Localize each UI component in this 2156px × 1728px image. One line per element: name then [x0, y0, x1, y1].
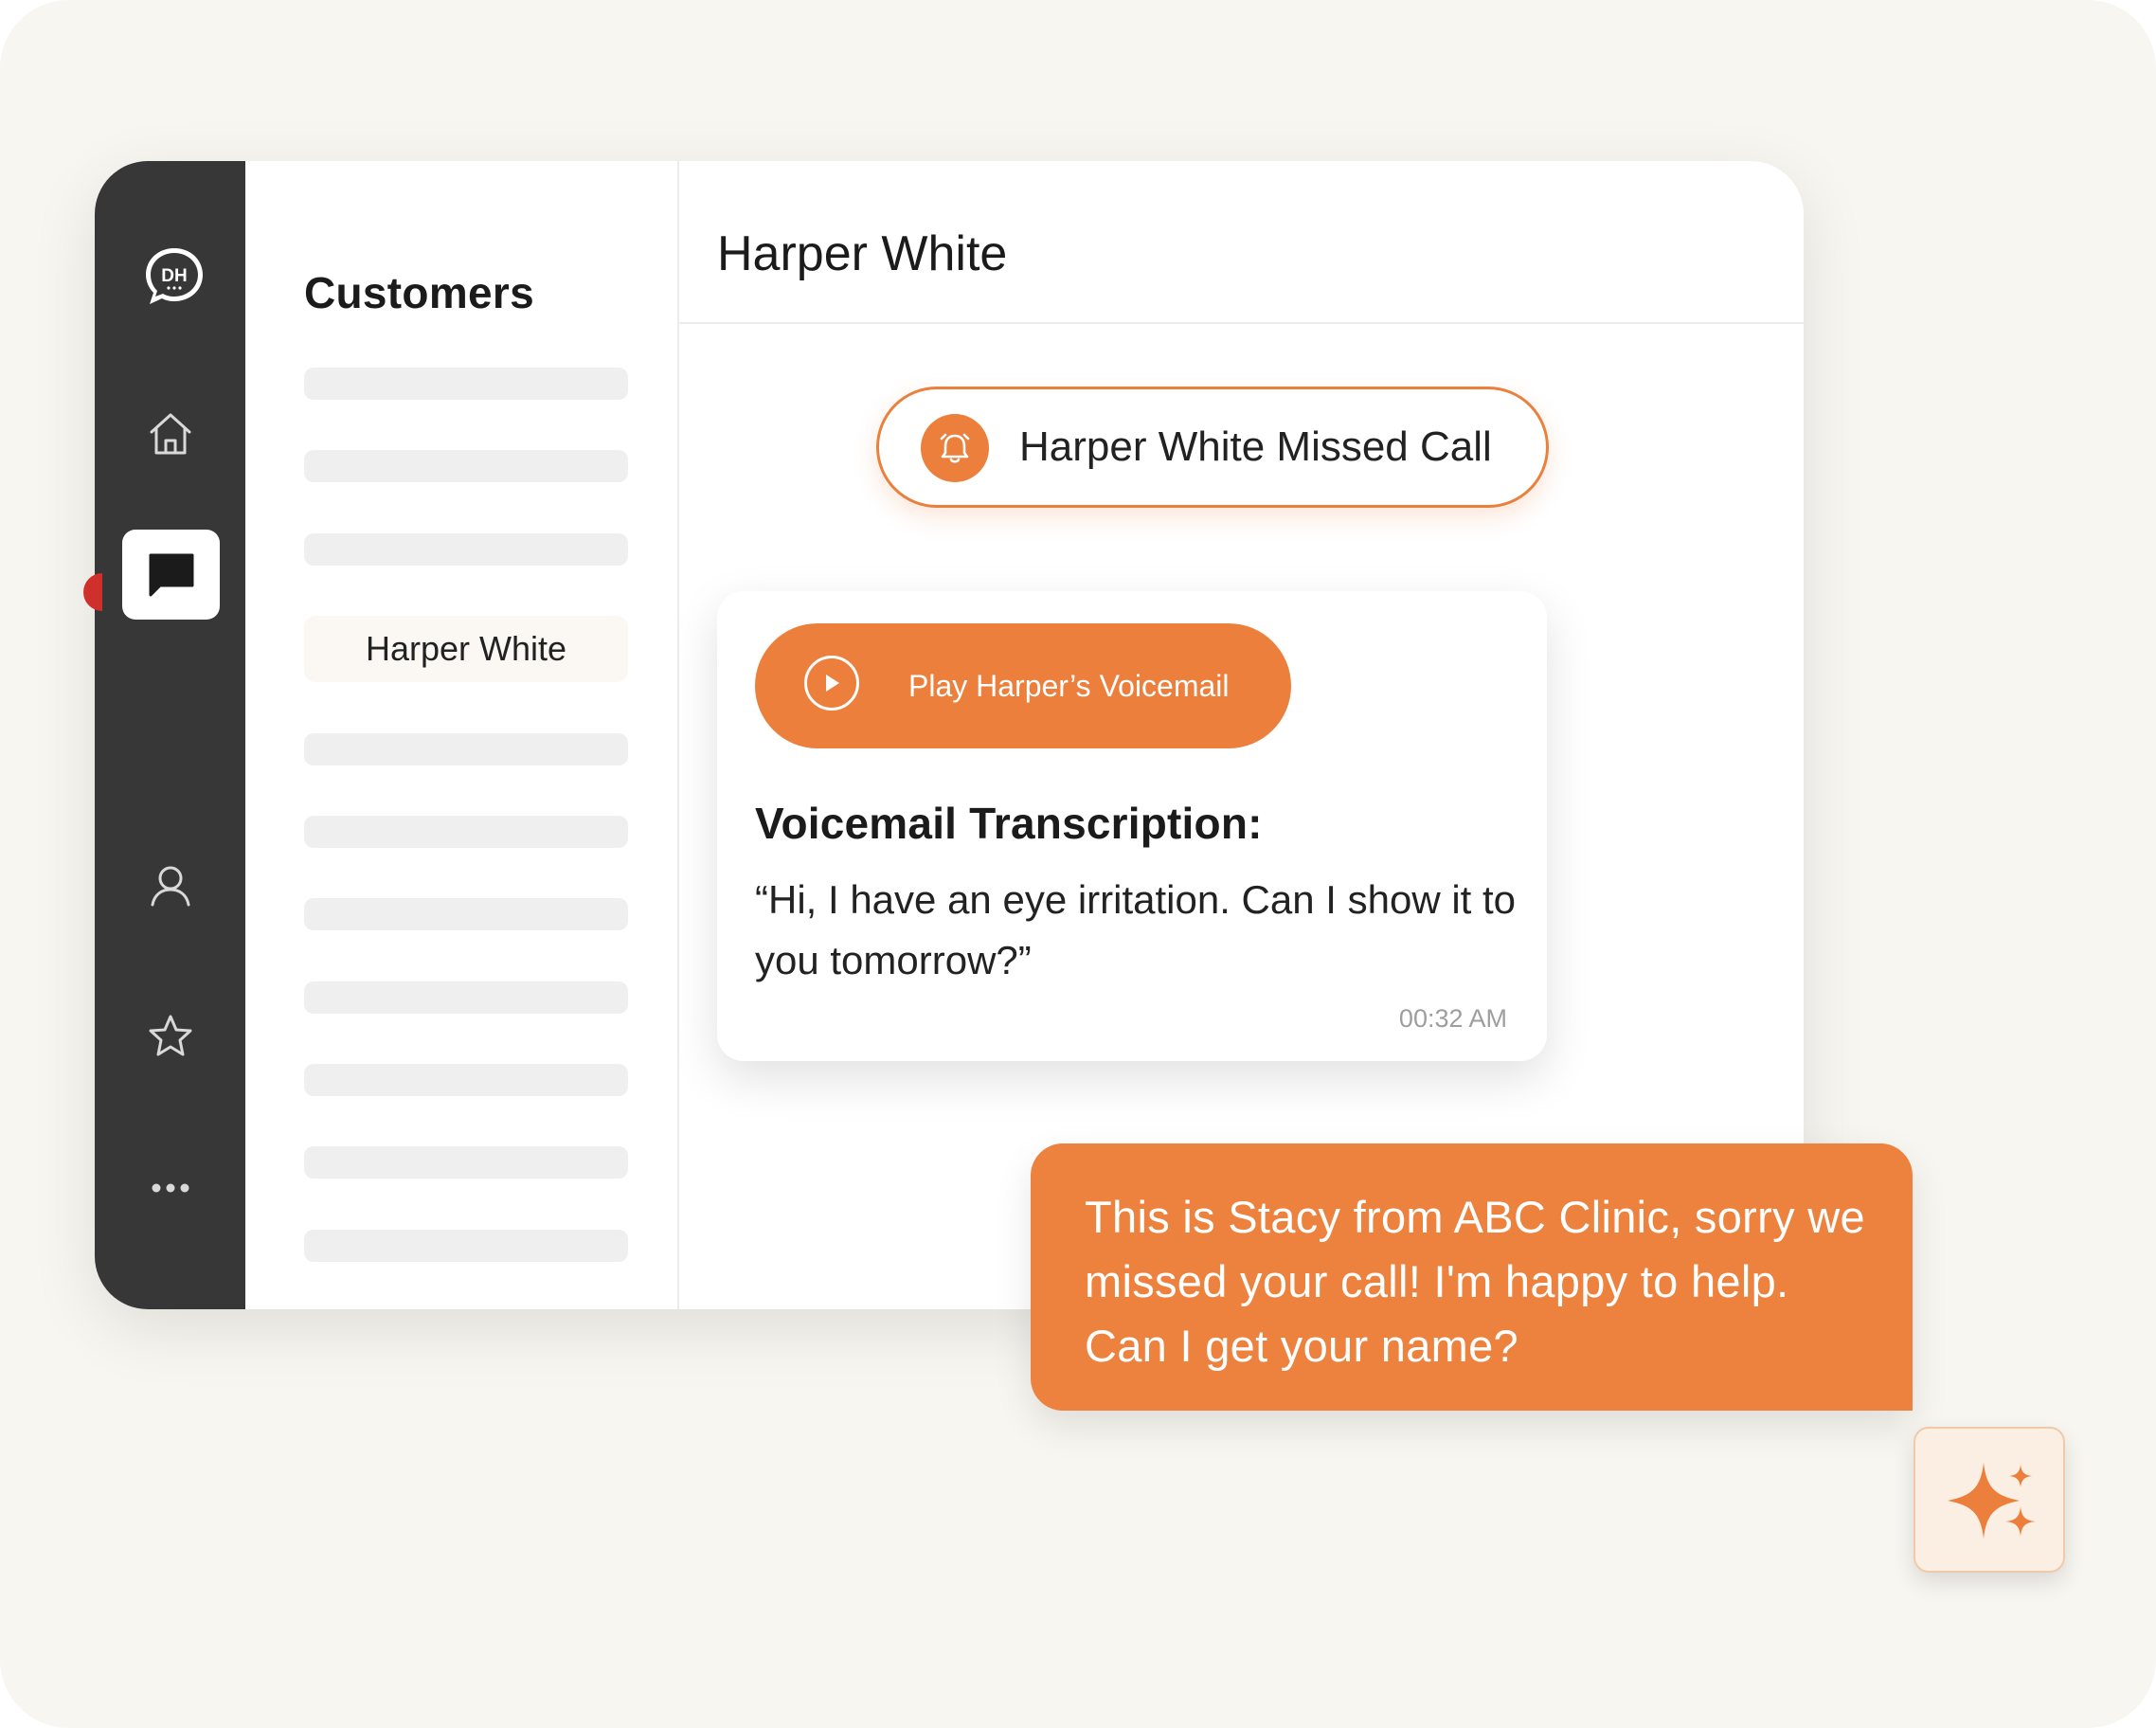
customer-item-selected[interactable]: Harper White	[304, 616, 628, 682]
more-icon[interactable]	[140, 1158, 201, 1218]
ai-sparkle-button[interactable]	[1913, 1427, 2065, 1573]
conversation-header: Harper White	[679, 161, 1804, 324]
voicemail-card: Play Harper’s Voicemail Voicemail Transc…	[717, 591, 1547, 1061]
play-icon	[804, 656, 859, 711]
app-logo-icon[interactable]: DH	[142, 244, 207, 309]
message-timestamp: 00:32 AM	[1398, 1004, 1507, 1033]
sparkle-icon	[1948, 1463, 2036, 1539]
list-item-placeholder[interactable]	[304, 1146, 628, 1179]
notification-indicator	[83, 573, 102, 611]
customer-item-label: Harper White	[365, 629, 567, 668]
list-item-placeholder[interactable]	[304, 898, 628, 930]
play-voicemail-button[interactable]: Play Harper’s Voicemail	[755, 623, 1291, 748]
missed-call-label: Harper White Missed Call	[1019, 423, 1492, 470]
list-item-placeholder[interactable]	[304, 733, 628, 765]
conversation-panel: Harper White Harper White Missed Call Pl…	[679, 161, 1804, 1309]
alarm-bell-icon	[921, 414, 989, 482]
home-icon[interactable]	[140, 404, 201, 464]
app-logo-text: DH	[161, 266, 187, 286]
conversation-title: Harper White	[717, 226, 1008, 281]
transcription-text: “Hi, I have an eye irritation. Can I sho…	[755, 877, 1517, 982]
list-item-placeholder[interactable]	[304, 1230, 628, 1262]
missed-call-notice[interactable]: Harper White Missed Call	[876, 387, 1549, 508]
reply-message-text: This is Stacy from ABC Clinic, sorry we …	[1085, 1192, 1865, 1371]
chat-icon	[149, 553, 194, 597]
list-item-placeholder[interactable]	[304, 1064, 628, 1096]
list-item-placeholder[interactable]	[304, 368, 628, 400]
chat-nav-button[interactable]	[122, 530, 220, 620]
nav-rail: DH	[95, 161, 245, 1309]
list-item-placeholder[interactable]	[304, 981, 628, 1014]
transcription-heading: Voicemail Transcription:	[755, 799, 1263, 848]
customers-title: Customers	[304, 268, 534, 317]
customers-panel: Customers Harper White	[245, 161, 679, 1309]
canvas: DH Customers Harper White Harper White H…	[0, 0, 2156, 1728]
user-icon[interactable]	[140, 855, 201, 916]
list-item-placeholder[interactable]	[304, 816, 628, 848]
list-item-placeholder[interactable]	[304, 450, 628, 482]
app-window: DH Customers Harper White Harper White H…	[95, 161, 1804, 1309]
list-item-placeholder[interactable]	[304, 533, 628, 566]
reply-message-bubble: This is Stacy from ABC Clinic, sorry we …	[1031, 1143, 1913, 1411]
star-icon[interactable]	[140, 1006, 201, 1067]
play-voicemail-label: Play Harper’s Voicemail	[908, 669, 1230, 703]
